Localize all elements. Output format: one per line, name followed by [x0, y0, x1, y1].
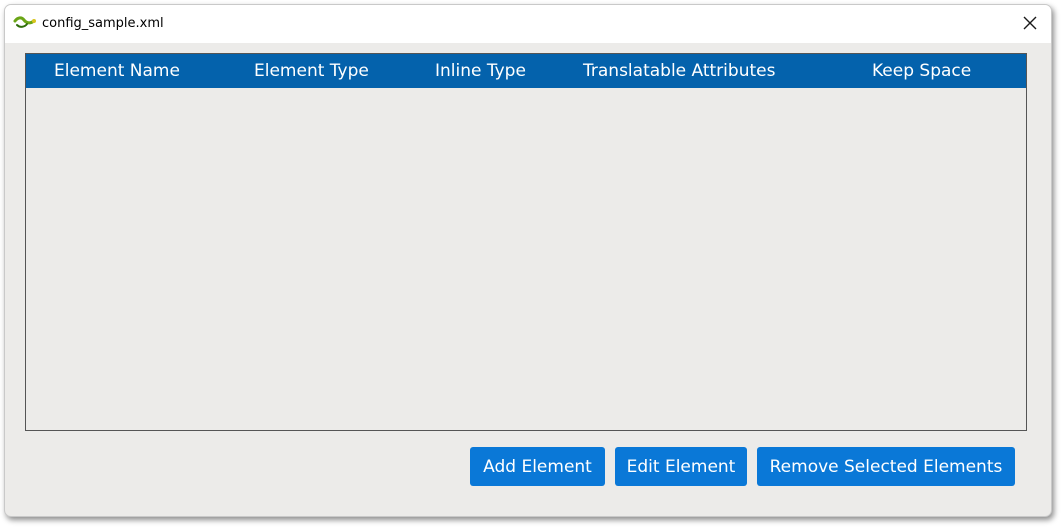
remove-selected-elements-button[interactable]: Remove Selected Elements [757, 447, 1015, 486]
window-title: config_sample.xml [42, 16, 164, 31]
edit-element-button[interactable]: Edit Element [615, 447, 747, 486]
column-header-keep-space[interactable]: Keep Space [872, 61, 971, 81]
column-header-element-type[interactable]: Element Type [254, 61, 369, 81]
close-icon [1023, 15, 1037, 34]
title-bar[interactable]: config_sample.xml [5, 5, 1051, 43]
column-header-element-name[interactable]: Element Name [54, 61, 180, 81]
column-header-inline-type[interactable]: Inline Type [435, 61, 526, 81]
add-element-button[interactable]: Add Element [470, 447, 605, 486]
table-body[interactable] [26, 88, 1026, 430]
dialog-window: config_sample.xml Element Name Element T… [4, 4, 1052, 517]
app-icon [13, 15, 37, 31]
close-button[interactable] [1015, 10, 1045, 38]
column-header-translatable-attributes[interactable]: Translatable Attributes [583, 61, 775, 81]
elements-table[interactable]: Element Name Element Type Inline Type Tr… [25, 53, 1027, 431]
table-header: Element Name Element Type Inline Type Tr… [26, 54, 1026, 88]
